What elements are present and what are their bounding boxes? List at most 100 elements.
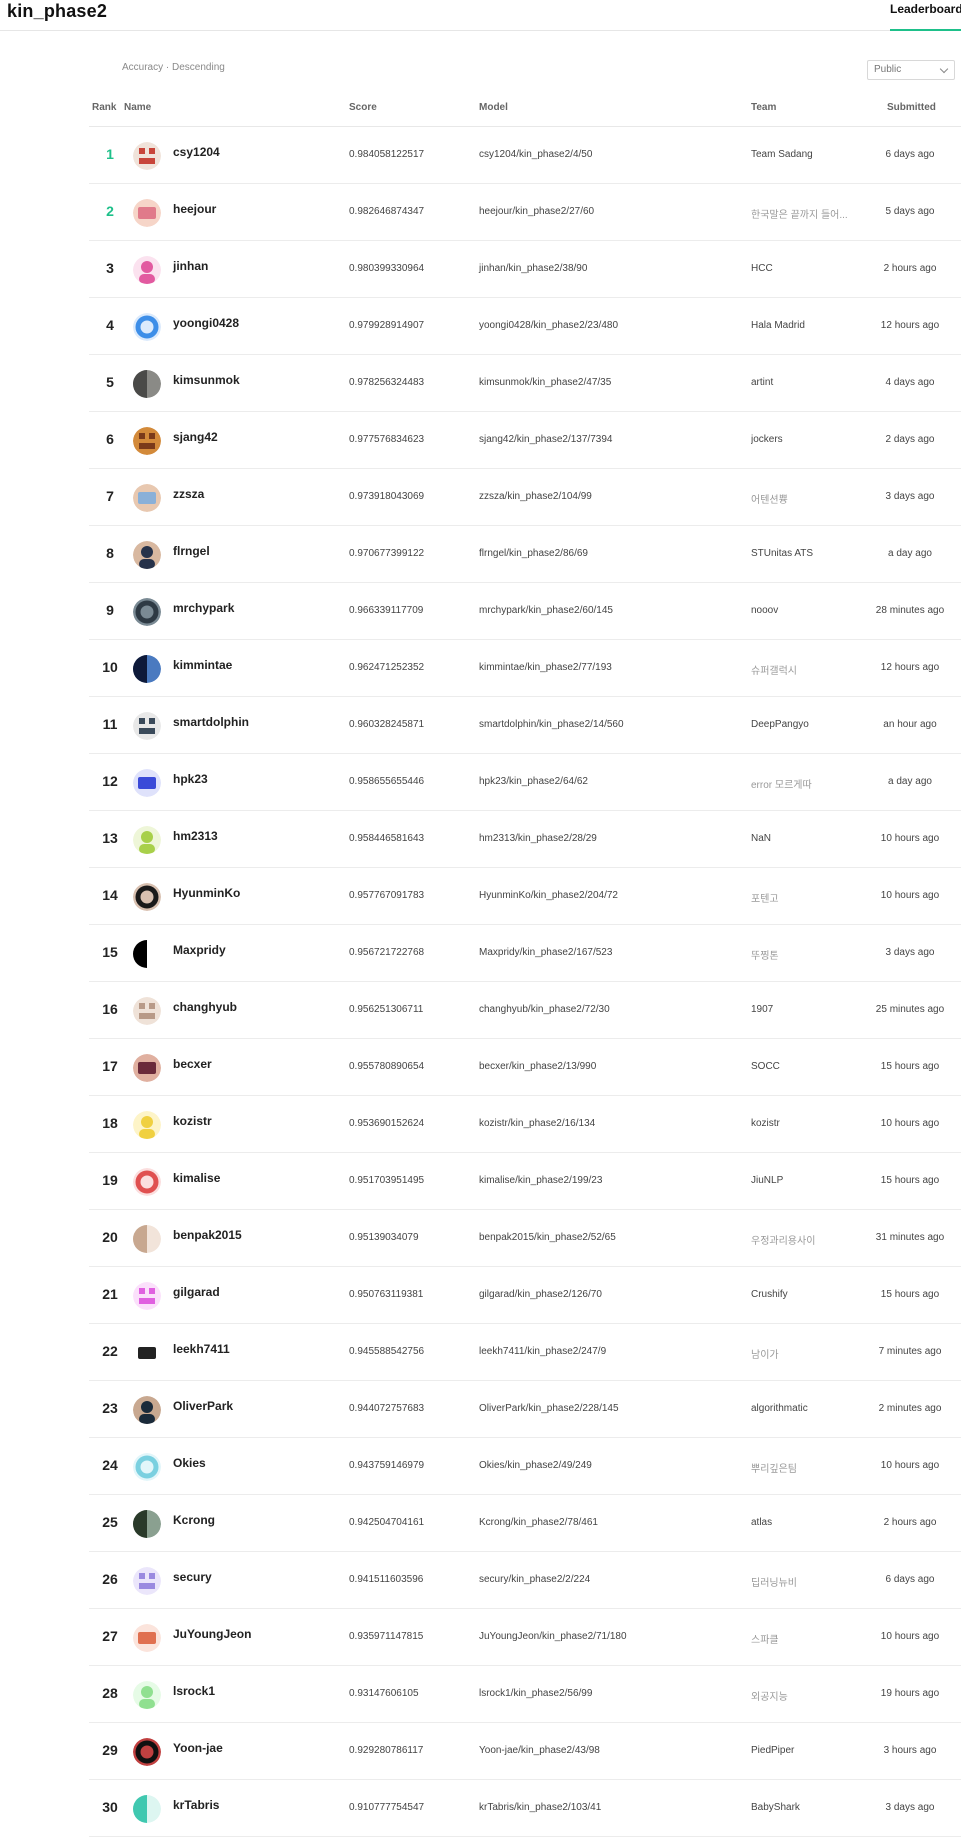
user-name-link[interactable]: jinhan xyxy=(173,259,208,273)
table-row[interactable]: 26 secury 0.941511603596 secury/kin_phase2/… xyxy=(89,1552,961,1609)
user-name-link[interactable]: kozistr xyxy=(173,1114,212,1128)
user-name-link[interactable]: sjang42 xyxy=(173,430,218,444)
user-name-link[interactable]: leekh7411 xyxy=(173,1342,230,1356)
user-name-link[interactable]: JuYoungJeon xyxy=(173,1627,251,1641)
avatar[interactable] xyxy=(133,427,161,455)
model-value: heejour/kin_phase2/27/60 xyxy=(479,206,595,217)
avatar[interactable] xyxy=(133,883,161,911)
table-row[interactable]: 10 kimmintae 0.962471252352 kimmintae/kin_p… xyxy=(89,640,961,697)
user-name-link[interactable]: benpak2015 xyxy=(173,1228,242,1242)
sort-label[interactable]: Accuracy · Descending xyxy=(122,62,225,73)
table-row[interactable]: 22 leekh7411 0.945588542756 leekh7411/kin_p… xyxy=(89,1324,961,1381)
column-header-model[interactable]: Model xyxy=(479,102,508,113)
user-name-link[interactable]: yoongi0428 xyxy=(173,316,239,330)
avatar[interactable] xyxy=(133,769,161,797)
table-row[interactable]: 3 jinhan 0.980399330964 jinhan/kin_phase2/3… xyxy=(89,241,961,298)
user-name-link[interactable]: flrngel xyxy=(173,544,210,558)
table-row[interactable]: 20 benpak2015 0.95139034079 benpak2015/kin_… xyxy=(89,1210,961,1267)
user-name-link[interactable]: gilgarad xyxy=(173,1285,220,1299)
table-row[interactable]: 6 sjang42 0.977576834623 sjang42/kin_phase2… xyxy=(89,412,961,469)
user-name-link[interactable]: zzsza xyxy=(173,487,204,501)
table-row[interactable]: 29 Yoon-jae 0.929280786117 Yoon-jae/kin_pha… xyxy=(89,1723,961,1780)
table-row[interactable]: 5 kimsunmok 0.978256324483 kimsunmok/kin_ph… xyxy=(89,355,961,412)
table-row[interactable]: 12 hpk23 0.958655655446 hpk23/kin_phase2/64… xyxy=(89,754,961,811)
user-name-link[interactable]: secury xyxy=(173,1570,212,1584)
user-name-link[interactable]: Yoon-jae xyxy=(173,1741,223,1755)
column-header-score[interactable]: Score xyxy=(349,102,377,113)
column-header-submitted[interactable]: Submitted xyxy=(887,102,936,113)
avatar[interactable] xyxy=(133,1453,161,1481)
user-name-link[interactable]: changhyub xyxy=(173,1000,237,1014)
avatar[interactable] xyxy=(133,1225,161,1253)
user-name-link[interactable]: kimmintae xyxy=(173,658,232,672)
user-name-link[interactable]: Maxpridy xyxy=(173,943,226,957)
avatar[interactable] xyxy=(133,1567,161,1595)
user-name-link[interactable]: kimsunmok xyxy=(173,373,240,387)
user-name-link[interactable]: mrchypark xyxy=(173,601,234,615)
avatar[interactable] xyxy=(133,1795,161,1823)
table-row[interactable]: 27 JuYoungJeon 0.935971147815 JuYoungJeon/k… xyxy=(89,1609,961,1666)
avatar[interactable] xyxy=(133,598,161,626)
table-row[interactable]: 9 mrchypark 0.966339117709 mrchypark/kin_ph… xyxy=(89,583,961,640)
table-row[interactable]: 14 HyunminKo 0.957767091783 HyunminKo/kin_p… xyxy=(89,868,961,925)
avatar[interactable] xyxy=(133,1681,161,1709)
table-row[interactable]: 23 OliverPark 0.944072757683 OliverPark/kin… xyxy=(89,1381,961,1438)
avatar[interactable] xyxy=(133,997,161,1025)
visibility-select[interactable]: Public xyxy=(867,60,955,80)
avatar[interactable] xyxy=(133,199,161,227)
avatar[interactable] xyxy=(133,1396,161,1424)
table-row[interactable]: 15 Maxpridy 0.956721722768 Maxpridy/kin_pha… xyxy=(89,925,961,982)
user-name-link[interactable]: OliverPark xyxy=(173,1399,233,1413)
avatar[interactable] xyxy=(133,142,161,170)
avatar[interactable] xyxy=(133,1339,161,1367)
avatar[interactable] xyxy=(133,1624,161,1652)
avatar[interactable] xyxy=(133,940,161,968)
table-row[interactable]: 1 csy1204 0.984058122517 csy1204/kin_phase2… xyxy=(89,127,961,184)
avatar[interactable] xyxy=(133,1282,161,1310)
user-name-link[interactable]: HyunminKo xyxy=(173,886,240,900)
user-name-link[interactable]: lsrock1 xyxy=(173,1684,215,1698)
user-name-link[interactable]: heejour xyxy=(173,202,216,216)
avatar[interactable] xyxy=(133,1111,161,1139)
user-name-link[interactable]: csy1204 xyxy=(173,145,220,159)
table-row[interactable]: 8 flrngel 0.970677399122 flrngel/kin_phase2… xyxy=(89,526,961,583)
user-name-link[interactable]: kimalise xyxy=(173,1171,220,1185)
user-name-link[interactable]: krTabris xyxy=(173,1798,219,1812)
user-name-link[interactable]: smartdolphin xyxy=(173,715,249,729)
table-row[interactable]: 28 lsrock1 0.93147606105 lsrock1/kin_phase2… xyxy=(89,1666,961,1723)
avatar[interactable] xyxy=(133,484,161,512)
avatar[interactable] xyxy=(133,370,161,398)
avatar[interactable] xyxy=(133,1738,161,1766)
table-row[interactable]: 4 yoongi0428 0.979928914907 yoongi0428/kin_… xyxy=(89,298,961,355)
column-header-rank[interactable]: Rank xyxy=(92,102,116,113)
user-name-link[interactable]: hpk23 xyxy=(173,772,208,786)
table-row[interactable]: 30 krTabris 0.910777754547 krTabris/kin_pha… xyxy=(89,1780,961,1837)
avatar[interactable] xyxy=(133,313,161,341)
avatar[interactable] xyxy=(133,541,161,569)
avatar[interactable] xyxy=(133,1168,161,1196)
table-row[interactable]: 19 kimalise 0.951703951495 kimalise/kin_pha… xyxy=(89,1153,961,1210)
table-row[interactable]: 11 smartdolphin 0.960328245871 smartdolphin… xyxy=(89,697,961,754)
avatar[interactable] xyxy=(133,712,161,740)
avatar[interactable] xyxy=(133,655,161,683)
avatar[interactable] xyxy=(133,826,161,854)
table-row[interactable]: 21 gilgarad 0.950763119381 gilgarad/kin_pha… xyxy=(89,1267,961,1324)
table-row[interactable]: 25 Kcrong 0.942504704161 Kcrong/kin_phase2/… xyxy=(89,1495,961,1552)
table-row[interactable]: 17 becxer 0.955780890654 becxer/kin_phase2/… xyxy=(89,1039,961,1096)
user-name-link[interactable]: Kcrong xyxy=(173,1513,215,1527)
avatar[interactable] xyxy=(133,1510,161,1538)
table-row[interactable]: 2 heejour 0.982646874347 heejour/kin_phase2… xyxy=(89,184,961,241)
user-name-link[interactable]: becxer xyxy=(173,1057,212,1071)
column-header-name[interactable]: Name xyxy=(124,102,151,113)
avatar[interactable] xyxy=(133,256,161,284)
avatar[interactable] xyxy=(133,1054,161,1082)
user-name-link[interactable]: hm2313 xyxy=(173,829,218,843)
table-row[interactable]: 18 kozistr 0.953690152624 kozistr/kin_phase… xyxy=(89,1096,961,1153)
table-row[interactable]: 24 Okies 0.943759146979 Okies/kin_phase2/49… xyxy=(89,1438,961,1495)
column-header-team[interactable]: Team xyxy=(751,102,776,113)
table-row[interactable]: 13 hm2313 0.958446581643 hm2313/kin_phase2/… xyxy=(89,811,961,868)
user-name-link[interactable]: Okies xyxy=(173,1456,206,1470)
table-row[interactable]: 16 changhyub 0.956251306711 changhyub/kin_p… xyxy=(89,982,961,1039)
table-row[interactable]: 7 zzsza 0.973918043069 zzsza/kin_phase2/104… xyxy=(89,469,961,526)
tab-leaderboard[interactable]: Leaderboard xyxy=(890,0,961,31)
